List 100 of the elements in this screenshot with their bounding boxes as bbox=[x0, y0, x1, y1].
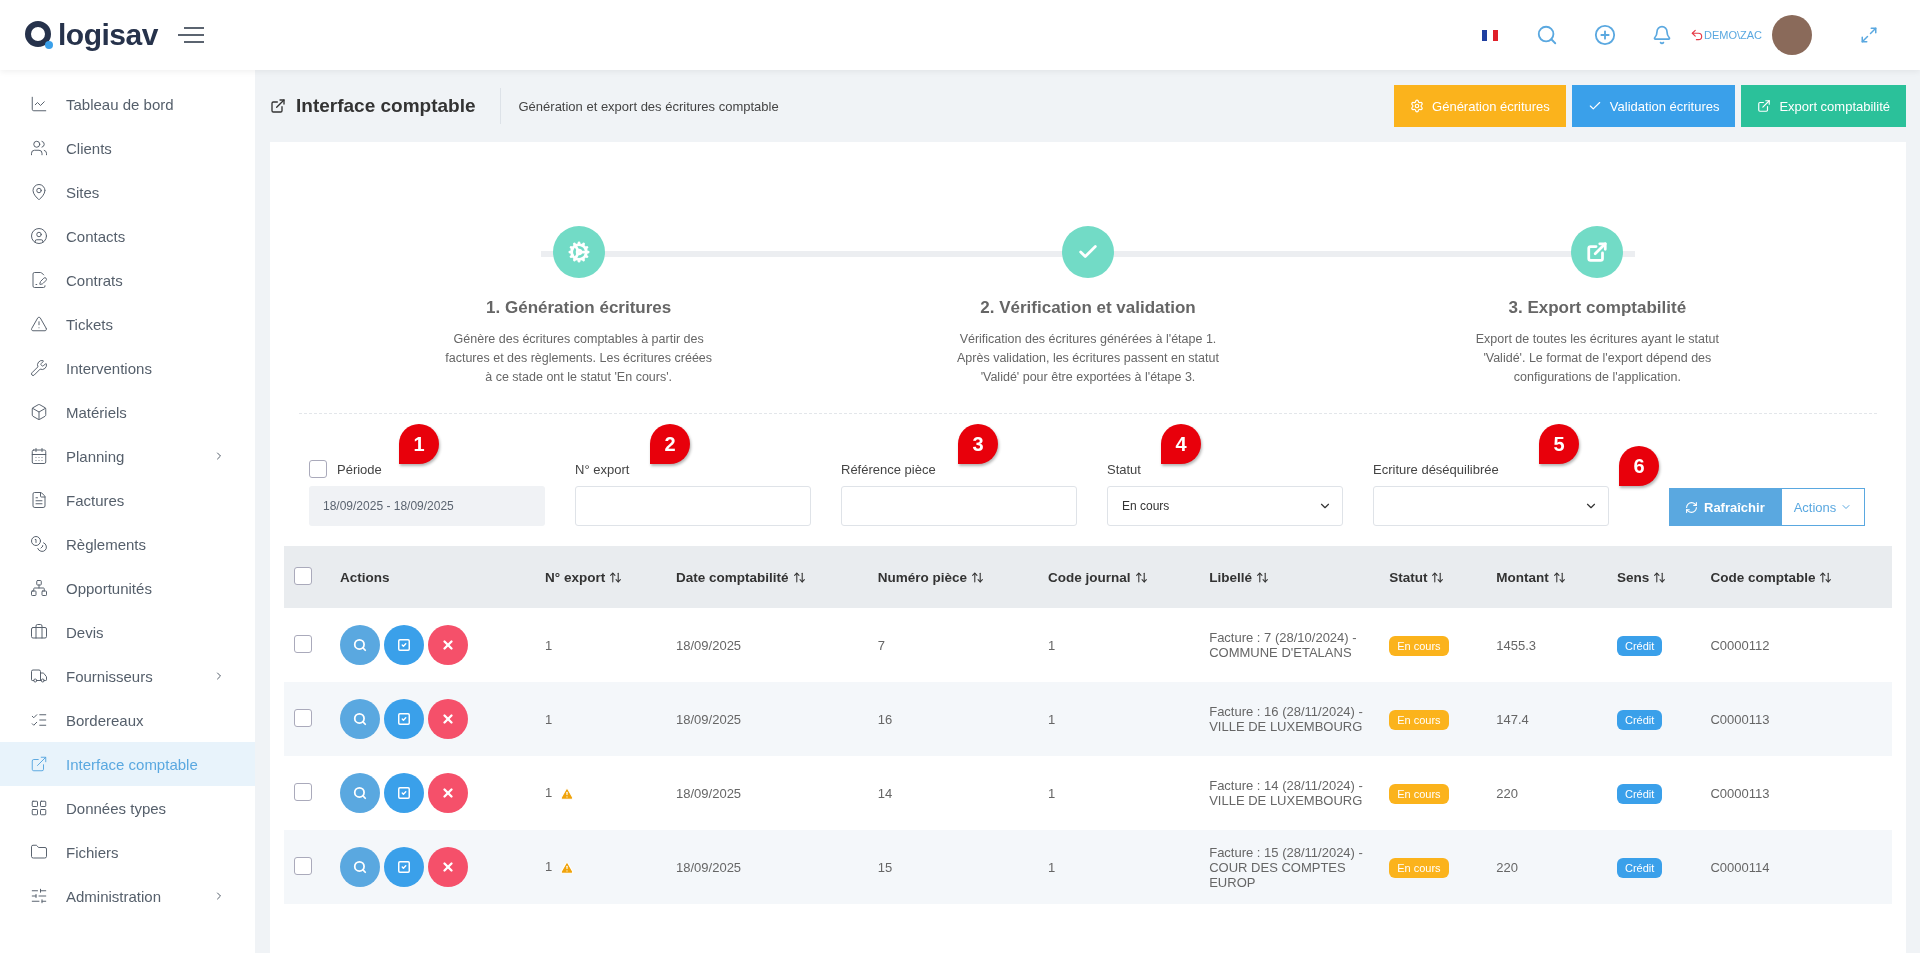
step-description: Génère des écritures comptables à partir des factures et des règlements. Les écritures créées à ce stade ont le statut 'En cours'. bbox=[444, 331, 714, 386]
add-icon[interactable] bbox=[1593, 24, 1616, 46]
page-subtitle: Génération et export des écritures comptable bbox=[518, 98, 779, 114]
column-header[interactable]: Code comptable bbox=[1710, 569, 1833, 585]
sort-icon bbox=[1653, 570, 1667, 584]
view-button[interactable] bbox=[340, 699, 380, 739]
table-cell: 18/09/2025 bbox=[676, 859, 742, 875]
sidebar-item[interactable]: Sites bbox=[0, 170, 255, 214]
table-cell: 15 bbox=[877, 859, 893, 875]
refresh-icon bbox=[1685, 500, 1698, 514]
table-cell: C0000113 bbox=[1710, 711, 1770, 727]
delete-button[interactable] bbox=[428, 847, 468, 887]
expand-icon[interactable] bbox=[1860, 26, 1878, 44]
table-cell: 1 bbox=[545, 637, 553, 653]
sidebar-item[interactable]: Règlements bbox=[0, 522, 255, 566]
table-cell: 7 bbox=[877, 637, 885, 653]
select-field[interactable]: En cours bbox=[1107, 486, 1343, 526]
row-checkbox[interactable] bbox=[294, 856, 312, 875]
menu-icon[interactable] bbox=[177, 26, 204, 44]
select-field[interactable] bbox=[1373, 486, 1609, 526]
sidebar-item[interactable]: Clients bbox=[0, 126, 255, 170]
sidebar-item[interactable]: Administration bbox=[0, 874, 255, 918]
view-button[interactable] bbox=[340, 847, 380, 887]
column-header[interactable]: Statut bbox=[1389, 569, 1445, 585]
sidebar-item[interactable]: Données types bbox=[0, 786, 255, 830]
avatar[interactable] bbox=[1772, 15, 1812, 55]
sidebar-item[interactable]: Tableau de bord bbox=[0, 82, 255, 126]
flag-icon[interactable] bbox=[1481, 29, 1498, 41]
input-field[interactable] bbox=[841, 486, 1077, 526]
row-checkbox[interactable] bbox=[294, 708, 312, 727]
checkbox-icon bbox=[397, 786, 411, 800]
table-cell: 1 bbox=[1048, 785, 1056, 801]
close-icon bbox=[441, 786, 455, 800]
sidebar-item[interactable]: Tickets bbox=[0, 302, 255, 346]
sort-icon bbox=[1134, 570, 1148, 584]
users-icon bbox=[30, 139, 48, 157]
status-badge: En cours bbox=[1389, 709, 1449, 730]
search-icon[interactable] bbox=[1535, 24, 1558, 46]
sort-icon bbox=[1255, 570, 1269, 584]
edit-button[interactable] bbox=[384, 847, 424, 887]
sidebar-item[interactable]: Fournisseurs bbox=[0, 654, 255, 698]
view-button[interactable] bbox=[340, 773, 380, 813]
row-checkbox[interactable] bbox=[294, 782, 312, 801]
callout-marker: 4 bbox=[1161, 424, 1201, 464]
select-all-checkbox[interactable] bbox=[294, 566, 312, 585]
warning-icon bbox=[30, 315, 48, 333]
filter-label: N° export bbox=[575, 461, 630, 477]
bell-icon[interactable] bbox=[1651, 25, 1672, 45]
row-checkbox[interactable] bbox=[294, 634, 312, 653]
delete-button[interactable] bbox=[428, 773, 468, 813]
table-cell: 220 bbox=[1496, 859, 1518, 875]
edit-button[interactable] bbox=[384, 773, 424, 813]
coins-icon bbox=[30, 535, 48, 553]
table-cell: Facture : 7 (28/10/2024) - COMMUNE D'ETALANS bbox=[1209, 630, 1357, 660]
table-cell: 16 bbox=[877, 711, 893, 727]
table-cell: 18/09/2025 bbox=[676, 785, 742, 801]
check-icon bbox=[1587, 99, 1602, 113]
sidebar-item[interactable]: Matériels bbox=[0, 390, 255, 434]
sidebar-item[interactable]: Fichiers bbox=[0, 830, 255, 874]
search-icon bbox=[353, 860, 367, 874]
table-cell: 1 bbox=[545, 711, 553, 727]
filter-label: Statut bbox=[1107, 461, 1141, 477]
column-header[interactable]: Libellé bbox=[1209, 569, 1269, 585]
delete-button[interactable] bbox=[428, 699, 468, 739]
edit-button[interactable] bbox=[384, 699, 424, 739]
sidebar-item[interactable]: Bordereaux bbox=[0, 698, 255, 742]
logo-text: logisav bbox=[58, 18, 158, 52]
grid-icon bbox=[30, 799, 48, 817]
view-button[interactable] bbox=[340, 625, 380, 665]
sort-icon bbox=[1819, 570, 1833, 584]
document-pen-icon bbox=[30, 271, 48, 289]
checkbox[interactable] bbox=[309, 460, 327, 478]
edit-button[interactable] bbox=[384, 625, 424, 665]
table-cell: 1 bbox=[1048, 711, 1056, 727]
sidebar-item[interactable]: Factures bbox=[0, 478, 255, 522]
box-icon bbox=[30, 403, 48, 421]
column-header[interactable]: Code journal bbox=[1048, 569, 1148, 585]
sidebar-item[interactable]: Contrats bbox=[0, 258, 255, 302]
folder-icon bbox=[30, 843, 48, 861]
column-header[interactable]: Montant bbox=[1496, 569, 1566, 585]
sidebar-item[interactable]: Devis bbox=[0, 610, 255, 654]
table-cell: Facture : 15 (28/11/2024) - COUR DES COMPTES EUROP bbox=[1209, 844, 1363, 890]
sidebar-item[interactable]: Contacts bbox=[0, 214, 255, 258]
column-header[interactable]: Sens bbox=[1616, 569, 1667, 585]
column-header[interactable]: N° export bbox=[545, 569, 623, 585]
step-title: 2. Vérification et validation bbox=[980, 298, 1196, 318]
undo-icon[interactable] bbox=[1689, 28, 1704, 42]
gear-icon bbox=[1410, 99, 1425, 113]
callout-marker: 3 bbox=[958, 424, 998, 464]
sidebar-item[interactable]: Opportunités bbox=[0, 566, 255, 610]
date-range-field[interactable]: 18/09/2025 - 18/09/2025 bbox=[309, 486, 545, 526]
input-field[interactable] bbox=[575, 486, 811, 526]
column-header[interactable]: Date comptabilité bbox=[676, 569, 806, 585]
column-header[interactable]: Numéro pièce bbox=[877, 569, 984, 585]
step-check-icon bbox=[1062, 226, 1114, 278]
sidebar-item[interactable]: Planning bbox=[0, 434, 255, 478]
search-icon bbox=[353, 638, 367, 652]
sidebar-item[interactable]: Interventions bbox=[0, 346, 255, 390]
step-description: Vérification des écritures générées à l'étape 1. Après validation, les écritures passent en statut 'Validé' pour être exportées à l'étape 3. bbox=[956, 331, 1220, 386]
delete-button[interactable] bbox=[428, 625, 468, 665]
